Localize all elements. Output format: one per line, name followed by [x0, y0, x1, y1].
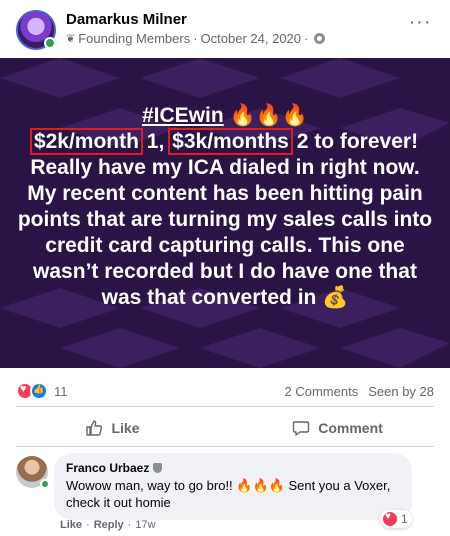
comment-actions-separator: ·: [86, 519, 90, 531]
seen-by-count[interactable]: Seen by 28: [368, 384, 434, 399]
moneybag-emoji: 💰: [322, 286, 349, 309]
more-options-button[interactable]: ···: [406, 12, 434, 40]
comment-text: Wowow man, way to go bro!! 🔥🔥🔥 Sent you …: [66, 478, 391, 510]
comment-button[interactable]: Comment: [225, 411, 450, 445]
comment-reaction-count: 1: [401, 512, 408, 526]
post-action-bar: Like Comment: [0, 411, 450, 445]
meta-separator: ·: [193, 31, 198, 46]
commenter-avatar[interactable]: [16, 456, 50, 489]
like-label: Like: [111, 420, 140, 436]
hashtag-link[interactable]: #ICEwin: [142, 104, 224, 127]
engagement-counts: 2 Comments Seen by 28: [285, 384, 434, 399]
comment-label: Comment: [318, 420, 383, 436]
comment-reply-link[interactable]: Reply: [94, 519, 124, 531]
comment-actions: Like · Reply · 17w: [60, 519, 156, 531]
like-reaction-icon: [30, 382, 48, 400]
reaction-summary[interactable]: 11: [16, 382, 68, 400]
author-avatar[interactable]: [16, 10, 56, 50]
commenter-name-row: Franco Urbaez: [66, 461, 400, 475]
group-badge-label[interactable]: Founding Members: [78, 31, 190, 46]
thumbs-up-icon: [86, 420, 103, 436]
comments-count[interactable]: 2 Comments: [285, 384, 359, 399]
post-author-name[interactable]: Damarkus Milner: [66, 11, 187, 28]
divider: [16, 446, 434, 447]
caption-body: 2 to forever! Really have my ICA dialed …: [17, 130, 433, 309]
post-meta: ❦ Founding Members · October 24, 2020 ·: [66, 31, 326, 46]
comment-bubble: Franco Urbaez Wowow man, way to go bro!!…: [54, 453, 412, 520]
post-image-caption: #ICEwin 🔥🔥🔥 $2k/month 1, $3k/months 2 to…: [0, 103, 450, 311]
privacy-globe-icon[interactable]: [314, 33, 326, 44]
online-status-dot: [40, 479, 50, 489]
post-date[interactable]: October 24, 2020: [201, 31, 301, 46]
highlight-3k-months: $3k/months: [168, 128, 293, 155]
comment-actions-separator: ·: [127, 519, 132, 531]
divider: [16, 406, 434, 407]
online-status-dot: [44, 37, 56, 49]
admin-shield-icon: [153, 463, 163, 473]
commenter-name[interactable]: Franco Urbaez: [66, 461, 149, 475]
highlight-2k-month: $2k/month: [29, 128, 143, 155]
reaction-count[interactable]: 11: [54, 384, 68, 399]
comment-bubble-icon: [293, 421, 310, 436]
post-stats-bar: 11 2 Comments Seen by 28: [0, 378, 450, 402]
comment-timestamp[interactable]: 17w: [135, 519, 155, 531]
love-reaction-icon: [382, 511, 398, 527]
fire-emojis: 🔥🔥🔥: [229, 104, 308, 127]
like-button[interactable]: Like: [0, 411, 225, 445]
caption-mid: 1,: [140, 130, 171, 153]
comment-like-link[interactable]: Like: [60, 519, 82, 531]
post-header: Damarkus Milner ❦ Founding Members · Oct…: [0, 0, 450, 58]
meta-separator: ·: [304, 31, 309, 46]
comment-reaction-badge[interactable]: 1: [380, 510, 412, 528]
founding-member-badge-icon: ❦: [66, 33, 76, 45]
